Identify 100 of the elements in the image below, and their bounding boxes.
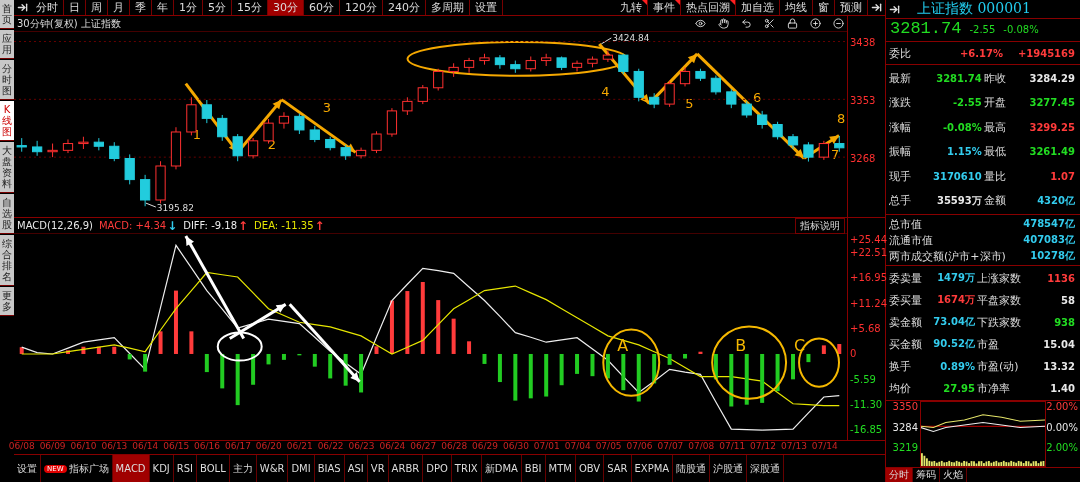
candle (232, 133, 243, 162)
stat-label: 委卖量 (889, 270, 923, 286)
sidebar-tab[interactable]: 首页 (0, 0, 14, 29)
candle (371, 130, 382, 154)
indicator-tab[interactable]: BOLL (197, 455, 230, 482)
tab-label: BOLL (200, 463, 226, 474)
stat-value: 3281.74 (935, 72, 983, 84)
stat-value: 0.89% (939, 360, 976, 372)
sidebar-tab[interactable]: 大盘资料 (0, 142, 14, 193)
stat-value: 3284.29 (1028, 72, 1076, 84)
macd-tick: +11.24 (850, 297, 887, 309)
sidebar-tab[interactable]: 更多 (0, 287, 14, 316)
indicator-tab[interactable]: VR (367, 455, 389, 482)
tab-label: OBV (578, 463, 601, 474)
date-label: 06/28 (441, 441, 468, 451)
stat-label: 量比 (983, 168, 1007, 184)
price-change-percent: -0.08% (1003, 24, 1039, 35)
date-label: 06/13 (101, 441, 128, 451)
tab-label: 指标广场 (68, 461, 109, 476)
indicator-tab[interactable]: ARBR (388, 455, 424, 482)
mini-axis-label: 3284 (892, 421, 918, 433)
candle (140, 174, 151, 207)
date-label: 06/23 (348, 441, 375, 451)
candle (201, 99, 212, 124)
panel-tab[interactable]: 分时 (886, 468, 913, 482)
sidebar-tab[interactable]: 自选股 (0, 194, 14, 234)
zone-label: A (617, 335, 629, 355)
period-tab[interactable]: 30分 (268, 0, 304, 15)
mini-axis-label: 2.00% (1046, 401, 1078, 412)
stat-label: 平盘家数 (977, 292, 1022, 308)
legend-value: MACD: +4.34 (98, 220, 167, 231)
sidebar-tab[interactable]: K线图 (0, 101, 14, 141)
date-label: 06/15 (163, 441, 190, 451)
wave-label: 5 (685, 95, 694, 111)
panel-tab[interactable]: 火焰 (940, 468, 967, 482)
candle (664, 80, 675, 108)
indicator-tab[interactable]: 陆股通 (673, 455, 711, 482)
last-price: 3281.74 (890, 19, 962, 38)
zoom-in-icon[interactable] (807, 18, 824, 29)
candle (463, 57, 475, 74)
mini-axis-label: 3219 (892, 442, 918, 453)
macd-tick: -11.30 (850, 398, 883, 410)
date-label: 06/22 (317, 441, 344, 451)
indicator-tab[interactable]: 深股通 (747, 455, 785, 482)
stat-label: 最高 (983, 119, 1007, 135)
date-label: 06/27 (410, 441, 437, 451)
stat-value: 10278亿 (1029, 249, 1076, 263)
trend-arrow-text: ↑ (238, 218, 249, 233)
stat-label: 两市成交额(沪市+深市) (889, 248, 1006, 264)
stat-label: 总手 (889, 193, 912, 209)
candle (247, 137, 259, 159)
candle (741, 100, 752, 119)
tab-label: DPO (426, 463, 448, 474)
highlight-circle (216, 331, 263, 362)
date-label: 06/29 (472, 441, 498, 451)
tab-label: 沪股通 (713, 461, 744, 476)
hand-icon[interactable] (715, 18, 732, 29)
date-label: 06/30 (502, 441, 529, 451)
indicator-tab[interactable]: TRIX (451, 455, 482, 482)
sidebar-tab[interactable]: 分时图 (0, 60, 14, 100)
indicator-name: MACD(12,26,9) (17, 220, 93, 231)
tab-label: MACD (115, 463, 146, 474)
stat-label: 下跌家数 (977, 314, 1022, 330)
stat-value: 3261.49 (1028, 146, 1076, 158)
stat-value: 1.07 (1049, 170, 1076, 182)
zoom-out-icon[interactable] (830, 18, 847, 29)
stock-name: 上证指数 000001 (917, 0, 1031, 18)
candle (818, 140, 829, 161)
indicator-tab[interactable]: 设置 (14, 455, 41, 482)
sidebar-tab[interactable]: 综合排名 (0, 235, 14, 286)
sidebar-tab[interactable]: 应用 (0, 30, 14, 59)
date-label: 06/14 (132, 441, 159, 451)
indicator-help-button[interactable]: 指标说明 (795, 217, 845, 234)
indicator-tab[interactable]: SAR (604, 455, 632, 482)
stat-value: -2.55 (951, 97, 983, 109)
date-label: 07/05 (595, 441, 622, 451)
candle (803, 141, 814, 163)
candle (340, 144, 351, 161)
indicator-tab[interactable]: 沪股通 (710, 455, 748, 482)
candle (155, 160, 166, 204)
panel-tab[interactable]: 筹码 (913, 468, 940, 482)
stat-label: 现手 (889, 168, 912, 184)
eye-icon[interactable] (692, 18, 709, 29)
tab-label: 新DMA (484, 461, 518, 476)
stat-label: 总市值 (889, 216, 922, 232)
indicator-tab[interactable]: MACD (112, 455, 150, 482)
candle (479, 53, 490, 66)
indicator-tab[interactable]: ASI (344, 455, 368, 482)
candle (309, 125, 320, 143)
stat-label: 流通市值 (889, 232, 933, 248)
stat-value: 90.52亿 (933, 337, 976, 351)
stat-value: 407083亿 (1022, 233, 1076, 247)
trend-arrow-text: ↓ (167, 218, 178, 233)
legend-value: DEA: -11.35 (254, 220, 314, 231)
date-label: 06/17 (224, 441, 251, 451)
candle (355, 147, 367, 159)
mini-axis-label: 0.00% (1046, 421, 1078, 433)
candle (541, 53, 552, 67)
candle (571, 60, 583, 72)
candle (433, 68, 444, 91)
